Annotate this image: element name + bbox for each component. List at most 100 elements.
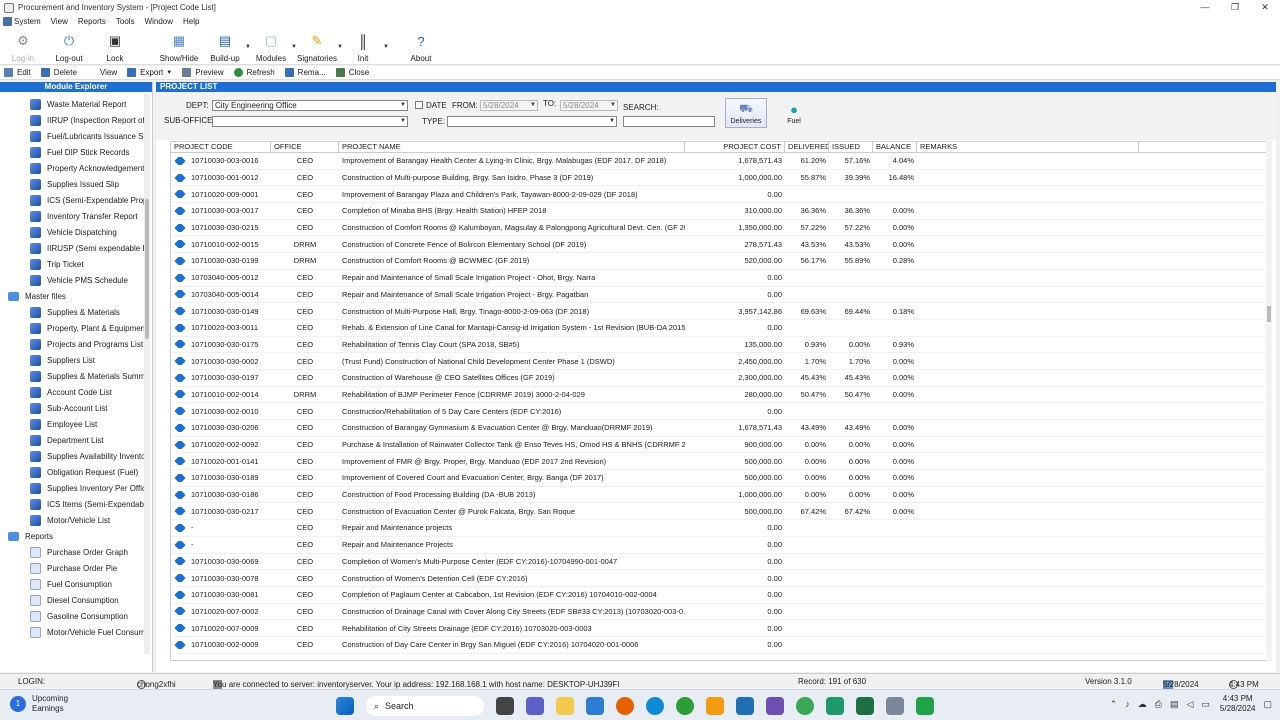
app-orange-icon[interactable]	[706, 697, 724, 715]
row-indicator-icon[interactable]	[171, 256, 188, 265]
row-indicator-icon[interactable]	[171, 540, 188, 549]
row-indicator-icon[interactable]	[171, 423, 188, 432]
col-remarks[interactable]: REMARKS	[917, 142, 1139, 152]
row-indicator-icon[interactable]	[171, 240, 188, 249]
row-indicator-icon[interactable]	[171, 440, 188, 449]
delete-button[interactable]: Delete	[40, 68, 77, 77]
row-indicator-icon[interactable]	[171, 523, 188, 532]
table-row[interactable]: 10710030-030-0149 CEO Construction of Mult…	[171, 303, 1267, 320]
export-button[interactable]: Export ▼	[127, 68, 172, 77]
table-row[interactable]: 10710030-030-0215 CEO Construction of Comf…	[171, 220, 1267, 237]
app-purple-icon[interactable]	[766, 697, 784, 715]
row-indicator-icon[interactable]	[171, 490, 188, 499]
row-indicator-icon[interactable]	[171, 323, 188, 332]
table-row[interactable]: 10710020-001-0141 CEO Improvement of FMR …	[171, 453, 1267, 471]
tree-item[interactable]: Motor/Vehicle Fuel Consum	[0, 624, 145, 640]
tree-item[interactable]: ICS (Semi-Expendable Prop	[0, 192, 145, 208]
view-button[interactable]: View	[86, 68, 117, 77]
row-indicator-icon[interactable]	[171, 557, 188, 566]
teams-icon[interactable]	[526, 697, 544, 715]
table-row[interactable]: 10710030-002-0009 CEO Construction of Day …	[171, 637, 1267, 654]
row-indicator-icon[interactable]	[171, 390, 188, 399]
tree-item[interactable]: Sub-Account List	[0, 400, 145, 416]
row-indicator-icon[interactable]	[171, 223, 188, 232]
table-row[interactable]: 10710030-002-0010 CEO Construction/Rehabil…	[171, 403, 1267, 420]
document-icon[interactable]	[826, 697, 844, 715]
start-icon[interactable]	[336, 697, 354, 715]
table-row[interactable]: 10710030-030-0081 CEO Completion of Paglau…	[171, 587, 1267, 604]
type-select[interactable]: ▼	[447, 116, 617, 127]
table-row[interactable]: 10710020-007-0009 CEO Rehabilitation of Ci…	[171, 620, 1267, 637]
tree-item[interactable]: Department List	[0, 432, 145, 448]
about-button[interactable]: ? About	[398, 28, 444, 64]
log-in-button[interactable]: ⚙ Log-in	[0, 28, 46, 64]
close-window-button[interactable]: ✕	[1250, 0, 1280, 15]
onedrive-icon[interactable]: ☁	[1138, 699, 1147, 710]
print-icon[interactable]: ⎙	[1155, 699, 1162, 710]
table-row[interactable]: 10710030-003-0016 CEO Improvement of Baran…	[171, 153, 1267, 170]
table-row[interactable]: 10710020-002-0092 CEO Purchase & Installat…	[171, 437, 1267, 454]
app-tool-icon[interactable]	[736, 697, 754, 715]
tree-item[interactable]: Suppliers List	[0, 352, 145, 368]
col-office[interactable]: OFFICE	[271, 142, 339, 152]
table-row[interactable]: 10710030-030-0217 CEO Construction of Evac…	[171, 503, 1267, 521]
network-icon[interactable]: ▤	[1170, 699, 1179, 710]
col-project-name[interactable]: PROJECT NAME	[339, 142, 685, 152]
volume-icon[interactable]: ◁	[1186, 699, 1193, 710]
menu-tools[interactable]: Tools	[116, 17, 135, 26]
table-row[interactable]: 10710030-003-0017 CEO Completion of Minab…	[171, 203, 1267, 220]
table-row[interactable]: 10710030-030-0189 CEO Improvement of Cove…	[171, 470, 1267, 487]
running-app-icon[interactable]	[886, 697, 904, 715]
row-indicator-icon[interactable]	[171, 457, 188, 466]
grid-scrollbar-thumb[interactable]	[1267, 306, 1271, 322]
tree-item[interactable]: Property, Plant & Equipmen	[0, 320, 145, 336]
preview-button[interactable]: Preview	[182, 68, 224, 77]
row-indicator-icon[interactable]	[171, 590, 188, 599]
tree-item[interactable]: Property Acknowledgement	[0, 160, 145, 176]
table-row[interactable]: 10710030-030-0197 CEO Construction of Ware…	[171, 370, 1267, 387]
store-icon[interactable]	[586, 697, 604, 715]
tree-item[interactable]: Supplies Availability Invento	[0, 448, 145, 464]
tree-item[interactable]: Trip Ticket	[0, 256, 145, 272]
table-row[interactable]: 10703040-005-0012 CEO Repair and Maintenan…	[171, 270, 1267, 287]
row-indicator-icon[interactable]	[171, 273, 188, 282]
file-explorer-icon[interactable]	[556, 697, 574, 715]
modules-button[interactable]: ▢ Modules ▼	[248, 28, 297, 64]
log-out-button[interactable]: ⏻ Log-out	[46, 28, 92, 64]
tree-item[interactable]: Motor/Vehicle List	[0, 512, 145, 528]
tree-item[interactable]: Supplies Inventory Per Offic	[0, 480, 145, 496]
notification-icon[interactable]: ▢	[1263, 699, 1272, 710]
explorer-scrollbar[interactable]	[144, 94, 150, 654]
menu-help[interactable]: Help	[183, 17, 199, 26]
row-indicator-icon[interactable]	[171, 173, 188, 182]
table-row[interactable]: 10710030-001-0012 CEO Construction of Mult…	[171, 170, 1267, 187]
table-row[interactable]: 10710030-030-0186 CEO Construction of Food…	[171, 487, 1267, 504]
tree-item[interactable]: Diesel Consumption	[0, 592, 145, 608]
taskbar-clock[interactable]: 4:43 PM 5/28/2024	[1220, 694, 1256, 714]
tree-item[interactable]: Fuel DIP Stick Records	[0, 144, 145, 160]
table-row[interactable]: 10710030-030-0199 DRRM Construction of Com…	[171, 253, 1267, 270]
row-indicator-icon[interactable]	[171, 290, 188, 299]
tree-item[interactable]: Fuel/Lubricants Issuance Sl	[0, 128, 145, 144]
date-checkbox[interactable]	[415, 101, 423, 109]
chevron-up-icon[interactable]: ⌃	[1110, 699, 1118, 710]
to-date-input[interactable]: 5/28/2024 ▼	[560, 100, 618, 111]
signatories-button[interactable]: ✎ Signatories ▼	[294, 28, 343, 64]
row-indicator-icon[interactable]	[171, 507, 188, 516]
tree-item[interactable]: Obligation Request (Fuel)	[0, 464, 145, 480]
col-issued[interactable]: ISSUED	[829, 142, 873, 152]
menu-view[interactable]: View	[51, 17, 68, 26]
tree-item[interactable]: Account Code List	[0, 384, 145, 400]
news-widget[interactable]: 1 Upcoming Earnings	[10, 694, 68, 714]
lock-button[interactable]: ▣ Lock	[92, 28, 138, 64]
col-balance[interactable]: BALANCE	[873, 142, 917, 152]
tree-item[interactable]: Fuel Consumption	[0, 576, 145, 592]
close-button[interactable]: Close	[335, 68, 369, 77]
table-row[interactable]: - CEO Repair and Maintenance projects 0.00	[171, 520, 1267, 537]
dept-select[interactable]: City Engineering Office ▼	[212, 100, 408, 111]
tree-item[interactable]: Vehicle Dispatching	[0, 224, 145, 240]
table-row[interactable]: 10710030-030-0175 CEO Rehabilitation of Te…	[171, 337, 1267, 354]
edge-icon[interactable]	[646, 697, 664, 715]
tree-item[interactable]: Supplies Issued Slip	[0, 176, 145, 192]
row-indicator-icon[interactable]	[171, 640, 188, 649]
